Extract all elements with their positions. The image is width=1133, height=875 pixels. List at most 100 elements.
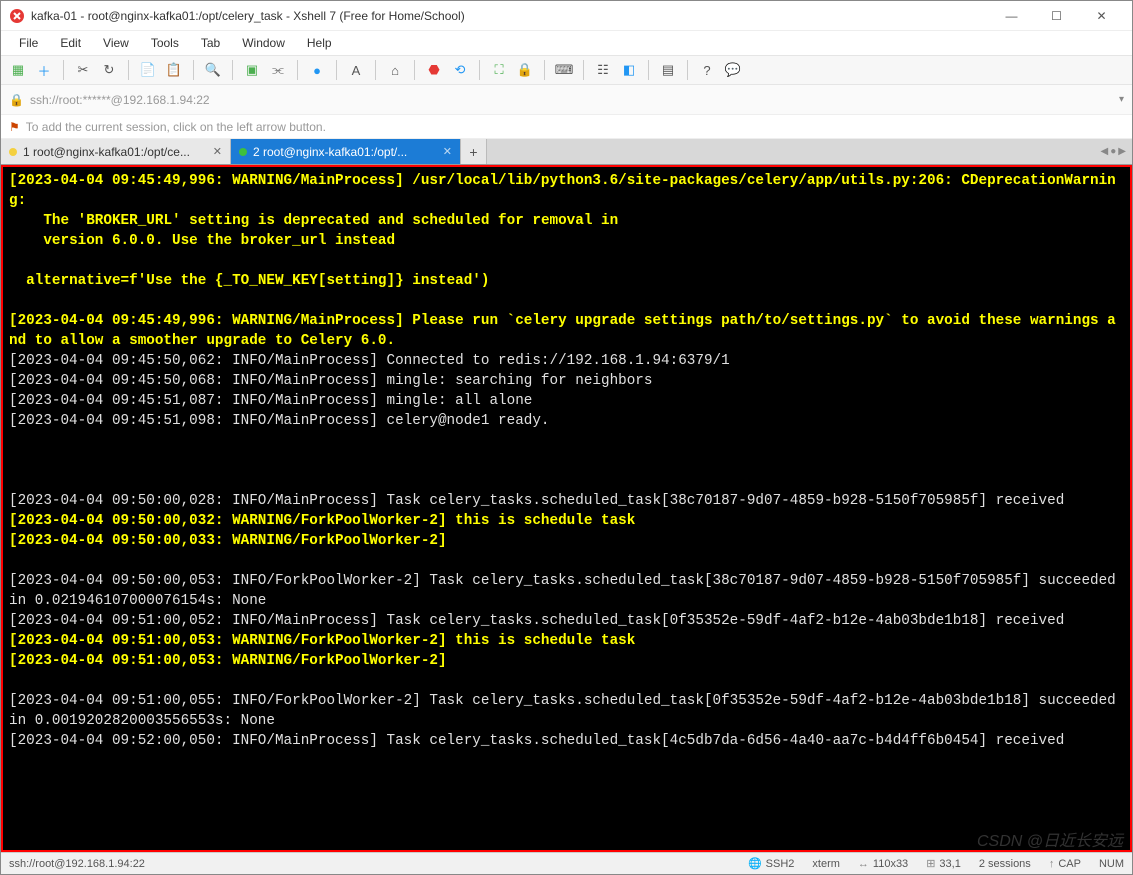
terminal[interactable]: [2023-04-04 09:45:49,996: WARNING/MainPr… bbox=[1, 165, 1132, 852]
menu-tools[interactable]: Tools bbox=[141, 34, 189, 52]
close-icon[interactable]: ✕ bbox=[443, 145, 452, 158]
menu-view[interactable]: View bbox=[93, 34, 139, 52]
separator bbox=[583, 60, 584, 80]
toolbar: ▦ ＋ ✂ ↻ 📄 📋 🔍 ▣ ⫘ ● A ⌂ ⬣ ⟲ ⛶ 🔒 ⌨ ☷ ◧ ▤ … bbox=[1, 55, 1132, 85]
status-proto: 🌐SSH2 bbox=[748, 857, 794, 870]
log-line: [2023-04-04 09:45:50,068: INFO/MainProce… bbox=[9, 373, 652, 389]
up-icon: ↑ bbox=[1049, 858, 1055, 870]
separator bbox=[232, 60, 233, 80]
status-url: ssh://root@192.168.1.94:22 bbox=[9, 858, 145, 870]
tab-bar: 1 root@nginx-kafka01:/opt/ce... ✕ 2 root… bbox=[1, 139, 1132, 165]
tunnel-icon[interactable]: ⫘ bbox=[267, 59, 289, 81]
paste-icon[interactable]: 📋 bbox=[163, 59, 185, 81]
copy-icon[interactable]: 📄 bbox=[137, 59, 159, 81]
status-term: xterm bbox=[812, 858, 840, 870]
separator bbox=[63, 60, 64, 80]
font-icon[interactable]: A bbox=[345, 59, 367, 81]
cut-icon[interactable]: ✂ bbox=[72, 59, 94, 81]
nav-icon[interactable]: ⟲ bbox=[449, 59, 471, 81]
log-line: [2023-04-04 09:51:00,053: WARNING/ForkPo… bbox=[9, 633, 635, 649]
log-line: [2023-04-04 09:51:00,055: INFO/ForkPoolW… bbox=[9, 693, 1124, 729]
log-line: [2023-04-04 09:45:49,996: WARNING/MainPr… bbox=[9, 173, 1116, 209]
status-pos: ⊞33,1 bbox=[926, 857, 961, 870]
separator bbox=[336, 60, 337, 80]
log-line: [2023-04-04 09:45:51,087: INFO/MainProce… bbox=[9, 393, 532, 409]
separator bbox=[128, 60, 129, 80]
flag-icon[interactable]: ⚑ bbox=[9, 120, 20, 134]
separator bbox=[375, 60, 376, 80]
dropdown-icon[interactable]: ▾ bbox=[1119, 94, 1124, 105]
tab-label: 2 root@nginx-kafka01:/opt/... bbox=[253, 145, 407, 159]
sidebar-icon[interactable]: ◧ bbox=[618, 59, 640, 81]
log-line: version 6.0.0. Use the broker_url instea… bbox=[9, 233, 395, 249]
lock-icon[interactable]: 🔒 bbox=[514, 59, 536, 81]
size-icon: ↔ bbox=[858, 858, 869, 870]
lock-icon: 🔒 bbox=[9, 93, 24, 107]
log-line: [2023-04-04 09:50:00,028: INFO/MainProce… bbox=[9, 493, 1064, 509]
window-title: kafka-01 - root@nginx-kafka01:/opt/celer… bbox=[31, 9, 989, 23]
nav-left-icon[interactable]: ◀ bbox=[1101, 146, 1109, 157]
menu-edit[interactable]: Edit bbox=[50, 34, 91, 52]
home-icon[interactable]: ⌂ bbox=[384, 59, 406, 81]
separator bbox=[687, 60, 688, 80]
tab-label: 1 root@nginx-kafka01:/opt/ce... bbox=[23, 145, 190, 159]
separator bbox=[193, 60, 194, 80]
maximize-button[interactable]: ☐ bbox=[1034, 1, 1079, 31]
minimize-button[interactable]: — bbox=[989, 1, 1034, 31]
props-icon[interactable]: ▣ bbox=[241, 59, 263, 81]
log-line: [2023-04-04 09:51:00,053: WARNING/ForkPo… bbox=[9, 653, 455, 669]
log-line: [2023-04-04 09:50:00,053: INFO/ForkPoolW… bbox=[9, 573, 1124, 609]
close-icon[interactable]: ✕ bbox=[213, 145, 222, 158]
separator bbox=[479, 60, 480, 80]
separator bbox=[297, 60, 298, 80]
log-line: [2023-04-04 09:45:49,996: WARNING/MainPr… bbox=[9, 313, 1116, 349]
color-icon[interactable]: ● bbox=[306, 59, 328, 81]
status-cap: ↑CAP bbox=[1049, 858, 1081, 870]
log-line: [2023-04-04 09:52:00,050: INFO/MainProce… bbox=[9, 733, 1064, 749]
globe-icon: 🌐 bbox=[748, 857, 762, 870]
log-line: [2023-04-04 09:51:00,052: INFO/MainProce… bbox=[9, 613, 1064, 629]
menu-file[interactable]: File bbox=[9, 34, 48, 52]
new-icon[interactable]: ＋ bbox=[33, 59, 55, 81]
status-size: ↔110x33 bbox=[858, 858, 908, 870]
status-dot-icon bbox=[239, 148, 247, 156]
close-button[interactable]: ✕ bbox=[1079, 1, 1124, 31]
window-controls: — ☐ ✕ bbox=[989, 1, 1124, 31]
search-icon[interactable]: 🔍 bbox=[202, 59, 224, 81]
separator bbox=[544, 60, 545, 80]
nav-dot-icon[interactable]: ● bbox=[1110, 146, 1116, 157]
title-bar: kafka-01 - root@nginx-kafka01:/opt/celer… bbox=[1, 1, 1132, 31]
stop-icon[interactable]: ⬣ bbox=[423, 59, 445, 81]
status-bar: ssh://root@192.168.1.94:22 🌐SSH2 xterm ↔… bbox=[1, 852, 1132, 874]
log-line: alternative=f'Use the {_TO_NEW_KEY[setti… bbox=[9, 273, 489, 289]
sessions-icon[interactable]: ▦ bbox=[7, 59, 29, 81]
log-line: [2023-04-04 09:45:50,062: INFO/MainProce… bbox=[9, 353, 730, 369]
new-tab-button[interactable]: + bbox=[461, 139, 487, 164]
separator bbox=[648, 60, 649, 80]
hint-bar: ⚑ To add the current session, click on t… bbox=[1, 115, 1132, 139]
help-icon[interactable]: ? bbox=[696, 59, 718, 81]
menu-help[interactable]: Help bbox=[297, 34, 342, 52]
keyboard-icon[interactable]: ⌨ bbox=[553, 59, 575, 81]
hint-text: To add the current session, click on the… bbox=[26, 120, 326, 134]
cursor-icon: ⊞ bbox=[926, 857, 935, 870]
separator bbox=[414, 60, 415, 80]
tab-nav: ◀ ● ▶ bbox=[1095, 139, 1132, 164]
menu-bar: File Edit View Tools Tab Window Help bbox=[1, 31, 1132, 55]
tile-icon[interactable]: ▤ bbox=[657, 59, 679, 81]
address-input[interactable]: ssh://root:******@192.168.1.94:22 bbox=[30, 93, 1113, 107]
tab-session-2[interactable]: 2 root@nginx-kafka01:/opt/... ✕ bbox=[231, 139, 461, 164]
log-line: [2023-04-04 09:50:00,032: WARNING/ForkPo… bbox=[9, 513, 635, 529]
chat-icon[interactable]: 💬 bbox=[722, 59, 744, 81]
status-dot-icon bbox=[9, 148, 17, 156]
reconnect-icon[interactable]: ↻ bbox=[98, 59, 120, 81]
compose-icon[interactable]: ☷ bbox=[592, 59, 614, 81]
nav-right-icon[interactable]: ▶ bbox=[1118, 146, 1126, 157]
menu-window[interactable]: Window bbox=[232, 34, 295, 52]
log-line: The 'BROKER_URL' setting is deprecated a… bbox=[9, 213, 618, 229]
app-icon bbox=[9, 8, 25, 24]
status-num: NUM bbox=[1099, 858, 1124, 870]
menu-tab[interactable]: Tab bbox=[191, 34, 230, 52]
tab-session-1[interactable]: 1 root@nginx-kafka01:/opt/ce... ✕ bbox=[1, 139, 231, 164]
fullscreen-icon[interactable]: ⛶ bbox=[488, 59, 510, 81]
